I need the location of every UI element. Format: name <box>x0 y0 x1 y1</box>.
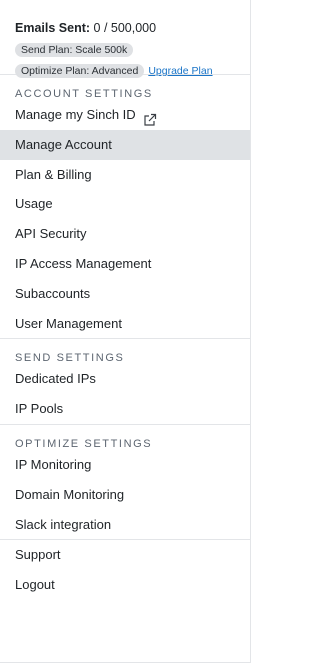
menu-item-label: Support <box>15 547 61 563</box>
menu-item-label: IP Pools <box>15 401 64 417</box>
menu-item-manage-sinch-id[interactable]: Manage my Sinch ID <box>0 100 250 130</box>
send-plan-badge: Send Plan: Scale 500k <box>15 43 134 57</box>
menu-item-ip-access-management[interactable]: IP Access Management <box>0 249 250 279</box>
account-dropdown-menu: Emails Sent: 0 / 500,000 Send Plan: Scal… <box>0 0 251 663</box>
menu-item-subaccounts[interactable]: Subaccounts <box>0 279 250 309</box>
emails-sent-label: Emails Sent: <box>15 21 91 35</box>
account-summary: Emails Sent: 0 / 500,000 Send Plan: Scal… <box>0 0 250 78</box>
send-plan-row: Send Plan: Scale 500k <box>15 40 250 58</box>
menu-item-label: Logout <box>15 577 55 593</box>
menu-item-label: Slack integration <box>15 516 112 532</box>
optimize-plan-badge: Optimize Plan: Advanced <box>15 64 145 78</box>
menu-item-label: Domain Monitoring <box>15 486 125 502</box>
menu-item-slack-integration[interactable]: Slack integration <box>0 510 250 540</box>
menu-item-label: Manage my Sinch ID <box>15 107 136 122</box>
menu-item-plan-billing[interactable]: Plan & Billing <box>0 160 250 190</box>
menu-item-label: Usage <box>15 196 53 212</box>
menu-item-label: IP Monitoring <box>15 456 92 472</box>
menu-item-usage[interactable]: Usage <box>0 189 250 219</box>
menu-item-label: Subaccounts <box>15 285 91 301</box>
optimize-settings-heading: OPTIMIZE SETTINGS <box>15 437 153 450</box>
menu-item-label: Dedicated IPs <box>15 371 96 387</box>
menu-item-ip-monitoring[interactable]: IP Monitoring <box>0 450 250 480</box>
menu-item-label: User Management <box>15 315 122 331</box>
menu-item-api-security[interactable]: API Security <box>0 219 250 249</box>
menu-item-ip-pools[interactable]: IP Pools <box>0 394 250 424</box>
send-settings-heading: SEND SETTINGS <box>15 352 125 365</box>
menu-item-logout[interactable]: Logout <box>0 570 250 600</box>
menu-item-label: API Security <box>15 226 87 242</box>
menu-item-support[interactable]: Support <box>0 540 250 570</box>
menu-item-label: Manage Account <box>15 136 112 152</box>
upgrade-plan-link[interactable]: Upgrade Plan <box>148 65 212 77</box>
external-link-icon <box>143 108 157 126</box>
emails-sent-value: 0 / 500,000 <box>93 21 157 35</box>
emails-sent: Emails Sent: 0 / 500,000 <box>15 20 250 36</box>
menu-item-label: Plan & Billing <box>15 166 92 182</box>
menu-item-user-management[interactable]: User Management <box>0 309 250 339</box>
menu-item-domain-monitoring[interactable]: Domain Monitoring <box>0 480 250 510</box>
menu-item-dedicated-ips[interactable]: Dedicated IPs <box>0 364 250 394</box>
menu-item-label: IP Access Management <box>15 255 152 271</box>
menu-item-manage-account[interactable]: Manage Account <box>0 129 250 160</box>
